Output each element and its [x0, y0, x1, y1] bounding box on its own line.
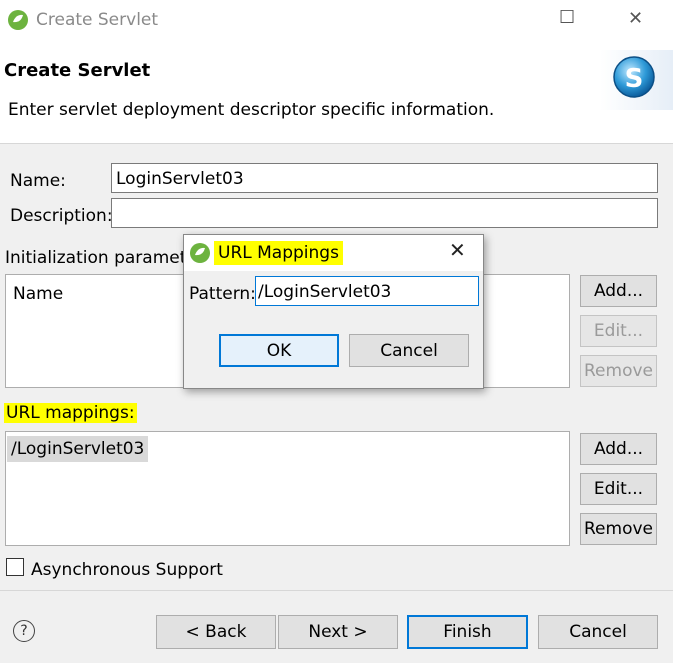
init-params-label: Initialization paramete — [5, 248, 197, 268]
async-support-checkbox[interactable] — [6, 558, 24, 576]
init-add-button[interactable]: Add... — [580, 275, 657, 307]
window-title: Create Servlet — [36, 10, 159, 30]
url-remove-button[interactable]: Remove — [580, 513, 657, 545]
init-remove-button[interactable]: Remove — [580, 355, 657, 387]
back-button[interactable]: < Back — [156, 615, 276, 649]
url-mappings-list[interactable]: /LoginServlet03 — [5, 431, 570, 546]
page-title: Create Servlet — [4, 60, 151, 81]
init-params-column-name: Name — [13, 284, 64, 304]
logo-letter: S — [625, 64, 644, 94]
url-edit-button[interactable]: Edit... — [580, 473, 657, 505]
header-banner — [0, 40, 673, 144]
spring-logo-icon — [8, 10, 28, 30]
url-mappings-dialog[interactable]: URL Mappings ✕ Pattern: /LoginServlet03 … — [183, 234, 484, 389]
servlet-wizard-logo-icon: S — [600, 50, 673, 110]
pattern-input-value: /LoginServlet03 — [258, 282, 392, 302]
spring-logo-icon — [190, 243, 210, 263]
dialog-close-icon[interactable]: ✕ — [449, 238, 466, 262]
url-mapping-item[interactable]: /LoginServlet03 — [7, 436, 149, 462]
name-label: Name: — [10, 171, 66, 191]
help-icon[interactable]: ? — [13, 620, 35, 642]
description-label: Description: — [10, 206, 113, 226]
pattern-label: Pattern: — [189, 284, 256, 304]
maximize-icon[interactable]: ☐ — [559, 7, 575, 28]
description-input[interactable] — [111, 198, 658, 228]
cancel-button[interactable]: Cancel — [538, 615, 658, 649]
name-input[interactable]: LoginServlet03 — [111, 163, 658, 193]
next-button[interactable]: Next > — [278, 615, 398, 649]
pattern-input[interactable]: /LoginServlet03 — [255, 276, 479, 306]
footer-divider — [0, 590, 673, 591]
async-support-label: Asynchronous Support — [31, 560, 223, 580]
name-input-value: LoginServlet03 — [116, 169, 244, 189]
url-add-button[interactable]: Add... — [580, 433, 657, 465]
finish-button[interactable]: Finish — [407, 615, 528, 649]
page-description: Enter servlet deployment descriptor spec… — [8, 100, 495, 120]
close-icon[interactable]: ✕ — [628, 8, 643, 29]
dialog-ok-button[interactable]: OK — [219, 334, 339, 367]
init-edit-button[interactable]: Edit... — [580, 315, 657, 347]
dialog-title: URL Mappings — [214, 241, 343, 265]
dialog-cancel-button[interactable]: Cancel — [349, 334, 469, 367]
url-mappings-label: URL mappings: — [4, 403, 137, 423]
